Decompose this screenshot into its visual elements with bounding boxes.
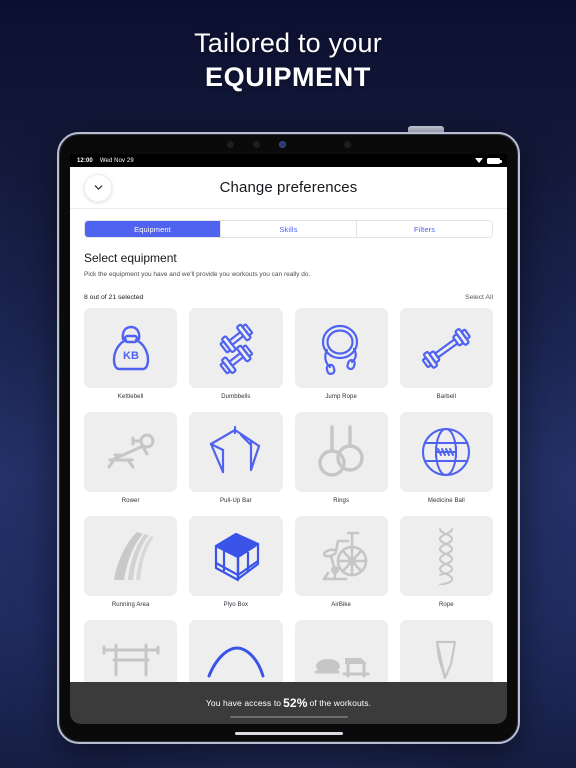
equipment-item-jump-rope[interactable]: Jump Rope	[294, 308, 388, 408]
section-title: Select equipment	[84, 251, 177, 265]
equipment-label: Plyo Box	[223, 602, 249, 609]
equipment-item-barbell[interactable]: Barbell	[399, 308, 493, 408]
equipment-item-running-area[interactable]: Running Area	[84, 516, 178, 616]
equipment-item-medicine-ball[interactable]: Medicine Ball	[399, 412, 493, 512]
equipment-card[interactable]: KB	[84, 308, 178, 389]
tab-equipment[interactable]: Equipment	[85, 221, 221, 237]
sensor-dot	[343, 140, 351, 148]
preference-tabs: Equipment Skills Filters	[84, 220, 493, 238]
sensor-dot	[252, 140, 260, 148]
tablet-screen: 12:00 Wed Nov 29 Change preferences Equi…	[70, 154, 507, 710]
airbike-icon	[322, 531, 368, 581]
equipment-card[interactable]	[294, 308, 388, 389]
preferences-content: Equipment Skills Filters Select equipmen…	[70, 209, 507, 710]
equipment-label: Dumbbells	[221, 394, 251, 401]
equipment-item-rings[interactable]: Rings	[294, 412, 388, 512]
home-indicator	[229, 715, 348, 718]
equipment-label: Kettlebell	[117, 394, 144, 401]
status-time: 12:00	[77, 157, 93, 164]
equipment-label: Jump Rope	[325, 394, 357, 401]
battery-icon	[487, 157, 502, 164]
tablet-camera-array	[59, 134, 518, 154]
arc-trainer-icon	[207, 646, 265, 678]
section-subtitle: Pick the equipment you have and we'll pr…	[84, 271, 311, 278]
status-date: Wed Nov 29	[99, 157, 134, 164]
tab-filters[interactable]: Filters	[357, 221, 492, 237]
camera-lens-icon	[278, 140, 286, 148]
sled-icon	[314, 658, 370, 678]
selection-counter-row: 8 out of 21 selected Select All	[84, 294, 493, 301]
equipment-label: Rower	[121, 498, 140, 505]
equipment-card[interactable]	[294, 516, 388, 597]
equipment-item-rope[interactable]: Rope	[399, 516, 493, 616]
equipment-item-airbike[interactable]: AirBike	[294, 516, 388, 616]
sensor-dot	[226, 140, 234, 148]
equipment-label: Rope	[439, 602, 454, 609]
jump-rope-icon	[322, 324, 359, 376]
kettlebell-icon: KB	[112, 325, 149, 371]
promo-screenshot: Tailored to your EQUIPMENT 12:00 Wed Nov…	[0, 0, 576, 768]
headline-line-1: Tailored to your	[194, 28, 382, 58]
select-all-button[interactable]: Select All	[465, 294, 493, 301]
tablet-device-frame: 12:00 Wed Nov 29 Change preferences Equi…	[57, 132, 520, 744]
equipment-label: Medicine Ball	[427, 498, 465, 505]
dumbbells-icon	[219, 323, 253, 375]
wifi-icon	[475, 157, 483, 164]
tablet-bottom-edge-highlight	[234, 732, 343, 735]
page-title: Change preferences	[219, 179, 358, 196]
equipment-item-rower[interactable]: Rower	[84, 412, 178, 512]
access-prefix: You have access to	[205, 698, 282, 708]
tab-skills[interactable]: Skills	[221, 221, 357, 237]
barbell-icon	[422, 328, 472, 369]
equipment-card[interactable]	[294, 412, 388, 493]
medicine-ball-icon	[422, 428, 471, 477]
equipment-item-dumbbells[interactable]: Dumbbells	[189, 308, 283, 408]
equipment-card[interactable]	[84, 516, 178, 597]
plyo-box-icon	[214, 532, 259, 582]
rings-icon	[318, 425, 364, 477]
headline-line-2: EQUIPMENT	[205, 62, 371, 93]
access-suffix: of the workouts.	[309, 698, 372, 708]
equipment-card[interactable]	[84, 412, 178, 493]
equipment-label: Pull-Up Bar	[219, 498, 252, 505]
equipment-card[interactable]	[399, 516, 493, 597]
bench-rack-icon	[102, 643, 160, 677]
status-bar: 12:00 Wed Nov 29	[70, 154, 507, 167]
equipment-card[interactable]	[189, 516, 283, 597]
collapse-button[interactable]	[84, 173, 112, 202]
equipment-item-plyo-box[interactable]: Plyo Box	[189, 516, 283, 616]
equipment-item-pull-up-bar[interactable]: Pull-Up Bar	[189, 412, 283, 512]
chevron-down-icon	[94, 185, 102, 190]
nav-header: Change preferences	[70, 167, 507, 209]
equipment-label: Running Area	[111, 602, 150, 609]
promo-headline: Tailored to your EQUIPMENT	[0, 28, 576, 95]
equipment-card[interactable]	[189, 308, 283, 389]
running-area-icon	[113, 532, 154, 581]
pull-up-bar-icon	[209, 425, 260, 474]
equipment-label: Barbell	[436, 394, 457, 401]
rope-icon	[439, 528, 454, 586]
sandbag-icon	[436, 640, 457, 680]
equipment-grid: KB Kettlebell Dumbbells Jump Rope Barbel…	[84, 308, 493, 710]
equipment-label: AirBike	[331, 602, 351, 609]
equipment-label: Rings	[333, 498, 350, 505]
equipment-card[interactable]	[399, 308, 493, 389]
svg-text:KB: KB	[123, 350, 139, 362]
access-percent: 52%	[283, 696, 308, 710]
equipment-card[interactable]	[189, 412, 283, 493]
equipment-card[interactable]	[399, 412, 493, 493]
equipment-item-kettlebell[interactable]: KB Kettlebell	[84, 308, 178, 408]
selected-count-label: 8 out of 21 selected	[84, 294, 144, 302]
rower-icon	[107, 433, 155, 469]
